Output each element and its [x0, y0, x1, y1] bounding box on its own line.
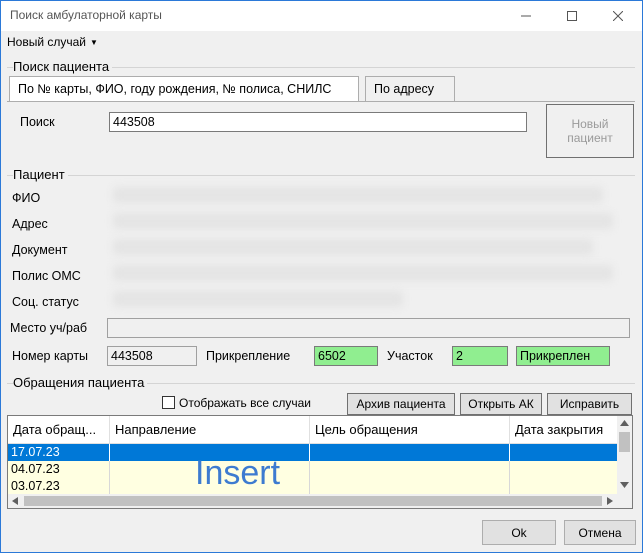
district-label: Участок — [387, 349, 433, 363]
archive-button[interactable]: Архив пациента — [347, 393, 455, 415]
window-title: Поиск амбулаторной карты — [10, 8, 162, 22]
cell-purpose — [310, 478, 510, 495]
cell-close-date — [510, 444, 618, 461]
fio-redacted — [113, 187, 603, 203]
tab-by-card[interactable]: По № карты, ФИО, году рождения, № полиса… — [9, 76, 359, 101]
card-number-label: Номер карты — [12, 349, 89, 363]
cell-date: 04.07.23 — [8, 461, 110, 478]
visits-group-label: Обращения пациента — [13, 375, 148, 390]
table-row[interactable]: 03.07.23 — [8, 478, 618, 495]
open-card-button[interactable]: Открыть АК — [460, 393, 542, 415]
policy-redacted — [113, 265, 613, 281]
policy-label: Полис ОМС — [12, 269, 81, 283]
horizontal-scroll-thumb[interactable] — [24, 496, 602, 506]
minimize-button[interactable] — [503, 1, 549, 31]
patient-group-line — [7, 175, 635, 176]
vertical-scroll-thumb[interactable] — [619, 432, 630, 452]
column-header-close-date[interactable]: Дата закрытия — [510, 416, 618, 444]
cell-date: 03.07.23 — [8, 478, 110, 495]
search-card-window: Поиск амбулаторной карты Новый случай ▼ П… — [0, 0, 643, 553]
address-redacted — [113, 213, 613, 229]
minimize-icon — [521, 15, 531, 17]
scroll-up-icon — [620, 420, 629, 426]
show-all-label: Отображать все случаи — [179, 396, 311, 410]
new-patient-label-line2: пациент — [567, 131, 613, 145]
close-icon — [613, 11, 623, 21]
district-field[interactable]: 2 — [452, 346, 508, 366]
attach-label: Прикрепление — [206, 349, 291, 363]
maximize-icon — [567, 11, 577, 21]
cell-purpose — [310, 444, 510, 461]
tab-by-address[interactable]: По адресу — [365, 76, 455, 101]
card-number-field[interactable]: 443508 — [107, 346, 197, 366]
new-case-menu-label: Новый случай — [7, 35, 87, 49]
title-bar: Поиск амбулаторной карты — [1, 1, 642, 31]
attach-field[interactable]: 6502 — [314, 346, 378, 366]
cancel-button[interactable]: Отмена — [564, 520, 636, 545]
visits-table[interactable]: Дата обращ... Направление Цель обращения… — [7, 415, 633, 509]
scroll-left-icon — [12, 497, 18, 505]
column-header-direction[interactable]: Направление — [110, 416, 310, 444]
scroll-right-icon — [607, 497, 613, 505]
maximize-button[interactable] — [549, 1, 595, 31]
attach-status-field[interactable]: Прикреплен — [516, 346, 610, 366]
menu-bar: Новый случай ▼ — [1, 31, 642, 53]
scroll-corner — [617, 494, 632, 508]
search-group-label: Поиск пациента — [13, 59, 113, 74]
scroll-down-icon — [620, 482, 629, 488]
column-header-purpose[interactable]: Цель обращения — [310, 416, 510, 444]
table-row[interactable]: 04.07.23 — [8, 461, 618, 478]
tab-by-card-label: По № карты, ФИО, году рождения, № полиса… — [18, 82, 332, 96]
vertical-scrollbar[interactable] — [617, 416, 632, 495]
document-redacted — [113, 239, 593, 255]
place-label: Место уч/раб — [10, 321, 88, 335]
close-button[interactable] — [595, 1, 641, 31]
social-status-label: Соц. статус — [12, 295, 79, 309]
new-patient-button[interactable]: Новый пациент — [546, 104, 634, 158]
address-label: Адрес — [12, 217, 48, 231]
cell-date: 17.07.23 — [8, 444, 110, 461]
horizontal-scrollbar[interactable] — [8, 494, 618, 508]
fio-label: ФИО — [12, 191, 41, 205]
new-patient-label-line1: Новый — [571, 117, 609, 131]
patient-group-label: Пациент — [13, 167, 68, 182]
document-label: Документ — [12, 243, 68, 257]
show-all-checkbox[interactable] — [162, 396, 175, 409]
cell-close-date — [510, 461, 618, 478]
column-header-date[interactable]: Дата обращ... — [8, 416, 110, 444]
insert-overlay-text: Insert — [195, 454, 281, 492]
place-field[interactable] — [107, 318, 630, 338]
search-input[interactable]: 443508 — [109, 112, 527, 132]
fix-button[interactable]: Исправить — [547, 393, 632, 415]
social-status-redacted — [113, 291, 403, 307]
dropdown-arrow-icon: ▼ — [90, 38, 98, 47]
cell-purpose — [310, 461, 510, 478]
ok-button[interactable]: Ok — [482, 520, 556, 545]
table-row[interactable]: 17.07.23 — [8, 444, 618, 461]
tab-by-address-label: По адресу — [374, 82, 435, 96]
cell-close-date — [510, 478, 618, 495]
tab-strip-line — [7, 101, 635, 102]
search-label: Поиск — [20, 115, 55, 129]
new-case-menu[interactable]: Новый случай ▼ — [7, 35, 98, 49]
